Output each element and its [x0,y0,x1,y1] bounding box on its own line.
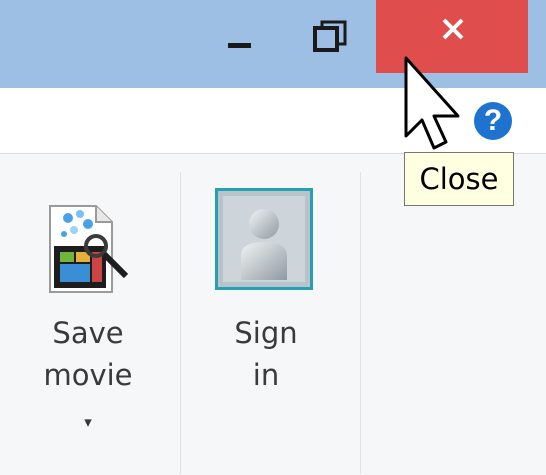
save-movie-label-line2: movie ▾ [38,354,138,443]
avatar-background [223,196,305,282]
sign-in-button[interactable]: Sign in [206,184,326,394]
ribbon-divider [180,172,181,474]
user-avatar-icon [215,188,313,290]
save-movie-button[interactable]: Save movie ▾ [38,184,138,431]
save-movie-label-line1: Save [52,316,124,350]
ribbon-divider [360,172,361,474]
save-movie-label-text: movie [43,358,133,392]
mouse-cursor-icon [404,56,460,150]
sign-in-label-line2: in [252,358,280,392]
close-tooltip: Close [404,152,514,206]
sign-in-label-line1: Sign [234,316,298,350]
save-movie-icon [49,205,129,293]
minimize-button[interactable] [199,0,281,73]
dropdown-arrow-icon: ▾ [84,413,92,431]
help-icon[interactable]: ? [474,102,512,140]
sign-in-label: Sign in [206,312,326,396]
close-icon [442,18,464,40]
maximize-icon [313,20,347,52]
avatar-silhouette [241,209,287,280]
save-movie-label: Save movie ▾ [38,312,138,443]
maximize-button[interactable] [285,0,373,73]
minimize-icon [228,43,251,48]
